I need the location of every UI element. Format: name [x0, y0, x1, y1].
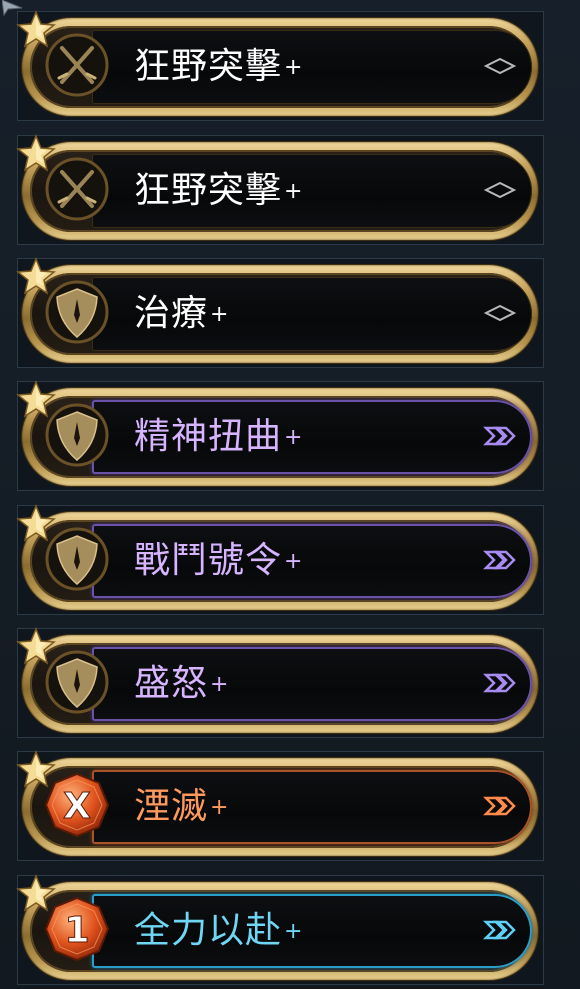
card-name-text: 戰鬥號令: [134, 540, 283, 581]
upgrade-plus: +: [210, 672, 230, 697]
card-frame: 1 全力以赴+: [22, 882, 538, 980]
rarity-chevron-icon: [482, 426, 516, 446]
skill-card[interactable]: 狂野突擊+: [16, 134, 544, 245]
star-icon: [16, 504, 56, 542]
skill-card[interactable]: 治療+: [16, 257, 544, 368]
energy-cost: 1: [64, 910, 89, 951]
card-frame: 狂野突擊+: [22, 18, 538, 116]
upgrade-plus: +: [284, 55, 304, 80]
card-name: 湮滅+: [134, 782, 229, 832]
skill-card[interactable]: 狂野突擊+: [16, 10, 544, 121]
card-frame: 戰鬥號令+: [22, 512, 538, 610]
card-frame: 精神扭曲+: [22, 388, 538, 486]
upgrade-plus: +: [284, 549, 304, 574]
star-icon: [16, 380, 56, 418]
card-name: 全力以赴+: [134, 906, 303, 956]
rarity-chevron-icon: [482, 920, 516, 940]
rarity-diamond-icon: [483, 57, 517, 75]
card-name-text: 盛怒: [134, 663, 209, 704]
card-name-text: 狂野突擊: [134, 46, 283, 87]
card-frame: 治療+: [22, 265, 538, 363]
rarity-chevron-icon: [482, 673, 516, 693]
skill-card[interactable]: 精神扭曲+: [16, 380, 544, 491]
skill-card[interactable]: 盛怒+: [16, 627, 544, 738]
card-name-text: 精神扭曲: [134, 416, 283, 457]
skill-card[interactable]: 1 全力以赴+: [16, 874, 544, 985]
rarity-diamond-icon: [483, 304, 517, 322]
card-name-text: 治療: [134, 293, 209, 334]
star-icon: [16, 257, 56, 295]
star-icon: [16, 750, 56, 788]
card-name-text: 湮滅: [134, 786, 209, 827]
rarity-diamond-icon: [483, 181, 517, 199]
card-name: 盛怒+: [134, 659, 229, 709]
card-name: 狂野突擊+: [134, 166, 303, 216]
star-icon: [16, 10, 56, 48]
card-name-text: 狂野突擊: [134, 170, 283, 211]
card-frame: 狂野突擊+: [22, 142, 538, 240]
card-name-text: 全力以赴: [134, 910, 283, 951]
card-name: 狂野突擊+: [134, 42, 303, 92]
card-name: 治療+: [134, 289, 229, 339]
energy-cost: X: [63, 786, 91, 827]
skill-card[interactable]: 戰鬥號令+: [16, 504, 544, 615]
upgrade-plus: +: [284, 425, 304, 450]
card-frame: 盛怒+: [22, 635, 538, 733]
upgrade-plus: +: [210, 795, 230, 820]
card-frame: X 湮滅+: [22, 758, 538, 856]
upgrade-plus: +: [284, 919, 304, 944]
rarity-chevron-icon: [482, 550, 516, 570]
star-icon: [16, 874, 56, 912]
star-icon: [16, 627, 56, 665]
card-name: 精神扭曲+: [134, 412, 303, 462]
card-name: 戰鬥號令+: [134, 536, 303, 586]
rarity-chevron-icon: [482, 796, 516, 816]
upgrade-plus: +: [284, 179, 304, 204]
upgrade-plus: +: [210, 302, 230, 327]
card-list: 狂野突擊+ 狂野突擊+ 治療+ 精神扭曲+ 戰鬥號令+ 盛怒+ X 湮滅+ 1 全力以赴+: [0, 0, 580, 989]
star-icon: [16, 134, 56, 172]
skill-card[interactable]: X 湮滅+: [16, 750, 544, 861]
